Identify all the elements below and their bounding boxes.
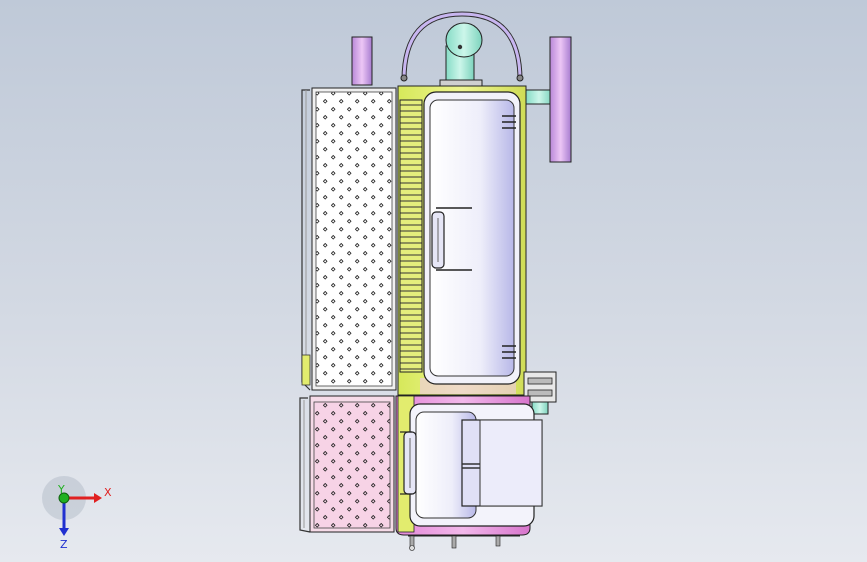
top-pipe-elbow[interactable] — [439, 22, 483, 87]
cad-model[interactable] — [0, 0, 867, 562]
upper-perforated-panel[interactable] — [311, 87, 397, 391]
x-axis-label: X — [104, 486, 112, 499]
y-axis-label: Y — [57, 483, 65, 496]
bottom-feet — [408, 535, 520, 551]
z-axis-label: Z — [60, 538, 68, 551]
left-vertical-bar[interactable] — [351, 36, 373, 86]
lower-door[interactable] — [400, 403, 543, 527]
coordinate-triad: X Y Z — [42, 476, 112, 551]
cad-viewport[interactable]: X Y Z — [0, 0, 867, 562]
cooling-fins — [399, 99, 423, 373]
right-flywheel[interactable] — [525, 36, 572, 163]
lower-perforated-panel[interactable] — [309, 395, 395, 533]
